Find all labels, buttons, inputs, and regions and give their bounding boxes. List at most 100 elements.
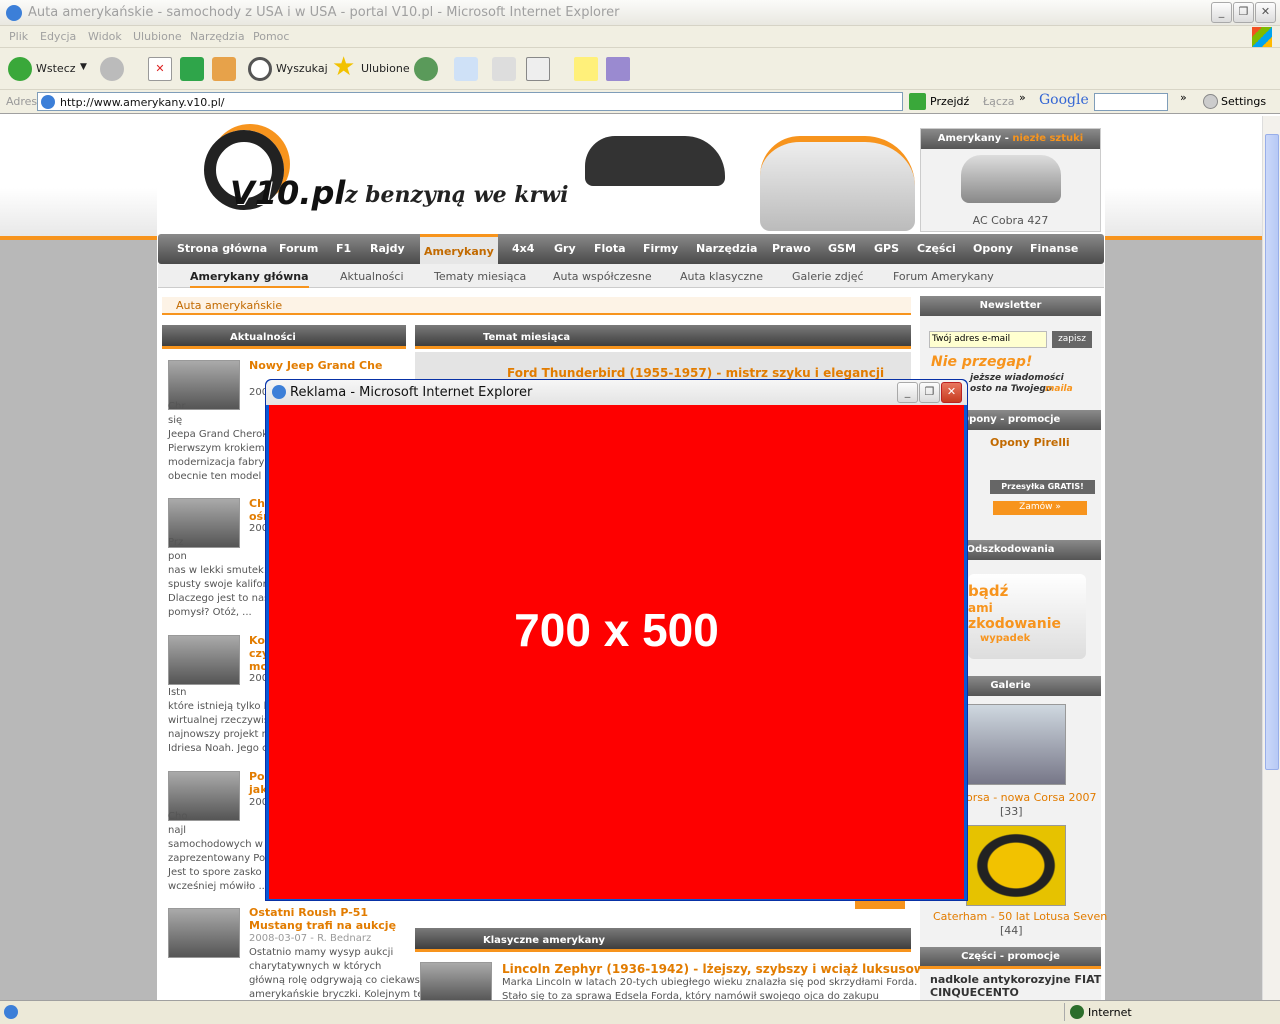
subnav-main[interactable]: Amerykany główna: [190, 270, 309, 288]
popup-minimize-button[interactable]: _: [897, 382, 918, 403]
favorites-button[interactable]: Ulubione: [361, 62, 410, 75]
promo-title: Amerykany: [937, 133, 1002, 144]
newsletter-promo-mail: maila: [1045, 384, 1073, 394]
menu-help[interactable]: Pomoc: [253, 30, 289, 43]
nav-gps[interactable]: GPS: [874, 242, 899, 255]
minimize-button[interactable]: _: [1211, 2, 1232, 23]
gallery-image-2[interactable]: [966, 825, 1066, 906]
forward-arrow-icon[interactable]: [100, 57, 124, 81]
vertical-scrollbar[interactable]: [1262, 116, 1280, 1000]
menu-tools[interactable]: Narzędzia: [190, 30, 245, 43]
back-arrow-icon[interactable]: [8, 57, 32, 81]
subnav-galleries[interactable]: Galerie zdjęć: [792, 270, 864, 283]
classic-header: Klasyczne amerykany: [415, 928, 911, 952]
back-dropdown-icon[interactable]: ▼: [80, 62, 87, 72]
parts-title[interactable]: nadkole antykorozyjne FIAT CINQUECENTO: [930, 973, 1101, 999]
search-icon[interactable]: [248, 57, 272, 81]
close-button[interactable]: ✕: [1255, 2, 1276, 23]
newsletter-submit-button[interactable]: zapisz: [1052, 331, 1092, 348]
popup-ie-icon: [272, 385, 286, 399]
history-icon[interactable]: [414, 57, 438, 81]
mail-icon[interactable]: [454, 57, 478, 81]
home-icon[interactable]: [212, 57, 236, 81]
tires-title[interactable]: Opony Pirelli: [990, 436, 1070, 449]
menu-view[interactable]: Widok: [88, 30, 122, 43]
links-chevron-icon[interactable]: »: [1019, 91, 1026, 104]
subnav-topics[interactable]: Tematy miesiąca: [434, 270, 526, 283]
scrollbar-thumb[interactable]: [1265, 134, 1279, 770]
gallery-count-1: [33]: [1000, 805, 1023, 818]
nav-home[interactable]: Strona główna: [177, 242, 267, 255]
refresh-icon[interactable]: [180, 57, 204, 81]
nav-gsm[interactable]: GSM: [828, 242, 856, 255]
subnav-news[interactable]: Aktualności: [340, 270, 404, 283]
site-logo[interactable]: V10.pl: [230, 174, 345, 212]
menu-favorites[interactable]: Ulubione: [133, 30, 182, 43]
edit-icon[interactable]: [526, 57, 550, 81]
breadcrumb[interactable]: Auta amerykańskie: [162, 297, 911, 315]
address-field[interactable]: http://www.amerykany.v10.pl/: [37, 92, 903, 111]
classic-car-image: [585, 136, 725, 186]
newsletter-email-input[interactable]: Twój adres e-mail: [929, 331, 1047, 348]
stop-icon[interactable]: ✕: [148, 57, 172, 81]
nav-fleet[interactable]: Flota: [594, 242, 626, 255]
tires-order-button[interactable]: Zamów »: [993, 501, 1087, 515]
popup-close-button[interactable]: ✕: [941, 382, 962, 403]
gallery-image-1[interactable]: [966, 704, 1066, 785]
go-button[interactable]: Przejdź: [930, 95, 969, 108]
news-date-5: 2008-03-07 - R. Bednarz: [249, 933, 372, 944]
nav-4x4[interactable]: 4x4: [512, 242, 534, 255]
news-thumb-5[interactable]: [168, 908, 240, 958]
address-url: http://www.amerykany.v10.pl/: [60, 96, 225, 109]
back-button[interactable]: Wstecz: [36, 62, 76, 75]
classic-title[interactable]: Lincoln Zephyr (1936-1942) - lżejszy, sz…: [502, 962, 933, 976]
links-label[interactable]: Łącza: [983, 95, 1015, 108]
popup-maximize-button[interactable]: ❐: [919, 382, 940, 403]
maximize-button[interactable]: ❐: [1233, 2, 1254, 23]
window-title: Auta amerykańskie - samochody z USA i w …: [28, 5, 620, 20]
go-arrow-icon[interactable]: [909, 93, 926, 110]
windows-logo-icon: [1252, 27, 1272, 47]
cobra-image[interactable]: [961, 155, 1061, 203]
topic-title[interactable]: Ford Thunderbird (1955-1957) - mistrz sz…: [507, 366, 884, 380]
promo-caption[interactable]: AC Cobra 427: [921, 214, 1100, 227]
settings-icon: [1203, 94, 1218, 109]
news-text-4: Cho najl samochodowych w N zaprezentowan…: [168, 811, 274, 892]
nav-law[interactable]: Prawo: [772, 242, 811, 255]
subnav-forum[interactable]: Forum Amerykany: [893, 270, 994, 283]
menu-bar: Plik Edycja Widok Ulubione Narzędzia Pom…: [0, 26, 1280, 48]
popup-titlebar[interactable]: Reklama - Microsoft Internet Explorer _ …: [266, 380, 967, 405]
nav-amerykany[interactable]: Amerykany: [420, 234, 498, 264]
search-button[interactable]: Wyszukaj: [276, 62, 328, 75]
nav-finance[interactable]: Finanse: [1030, 242, 1078, 255]
nav-companies[interactable]: Firmy: [643, 242, 678, 255]
nav-forum[interactable]: Forum: [279, 242, 318, 255]
google-chevron-icon[interactable]: »: [1180, 91, 1187, 104]
news-thumb-3[interactable]: [168, 635, 240, 685]
menu-edit[interactable]: Edycja: [40, 30, 76, 43]
nav-f1[interactable]: F1: [336, 242, 351, 255]
classic-thumb[interactable]: [420, 962, 492, 1000]
subnav-classic[interactable]: Auta klasyczne: [680, 270, 763, 283]
popup-ad[interactable]: 700 x 500: [269, 405, 964, 899]
google-search-box[interactable]: [1094, 93, 1168, 111]
nav-tires[interactable]: Opony: [973, 242, 1013, 255]
nav-tools[interactable]: Narzędzia: [696, 242, 757, 255]
research-icon[interactable]: [606, 57, 630, 81]
settings-button[interactable]: Settings: [1221, 95, 1266, 108]
favorites-star-icon[interactable]: ★: [332, 52, 355, 82]
gallery-caption-1[interactable]: orsa - nowa Corsa 2007: [966, 791, 1097, 804]
news-text-2: Prz pon nas w lekki smutek. C spusty swo…: [168, 537, 277, 618]
gallery-count-2: [44]: [1000, 924, 1023, 937]
print-icon[interactable]: [492, 57, 516, 81]
menu-file[interactable]: Plik: [9, 30, 28, 43]
news-text-3: Istn które istnieją tylko b wirtualnej r…: [168, 687, 270, 754]
news-title-1[interactable]: Nowy Jeep Grand Che: [249, 359, 382, 372]
nav-rallies[interactable]: Rajdy: [370, 242, 405, 255]
news-title-5[interactable]: Ostatni Roush P-51 Mustang trafi na aukc…: [249, 906, 396, 932]
nav-parts[interactable]: Części: [917, 242, 956, 255]
subnav-modern[interactable]: Auta współczesne: [553, 270, 652, 283]
discuss-icon[interactable]: [574, 57, 598, 81]
nav-games[interactable]: Gry: [554, 242, 576, 255]
gallery-caption-2[interactable]: Caterham - 50 lat Lotusa Seven: [933, 910, 1107, 923]
